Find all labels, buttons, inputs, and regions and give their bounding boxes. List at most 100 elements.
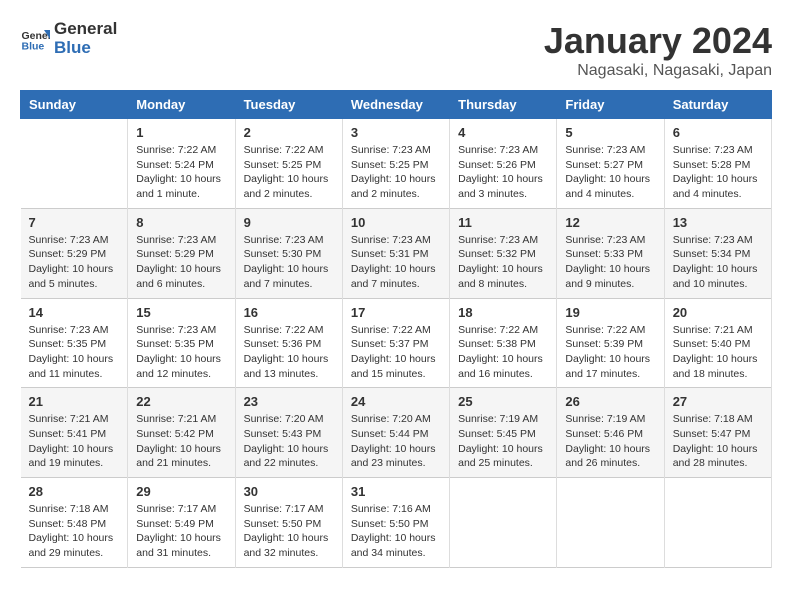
calendar-cell: 25Sunrise: 7:19 AM Sunset: 5:45 PM Dayli… [450, 388, 557, 478]
day-number: 7 [29, 215, 120, 230]
calendar-cell: 5 Sunrise: 7:23 AM Sunset: 5:27 PM Daylig… [557, 119, 664, 209]
day-number: 15 [136, 305, 226, 320]
day-info: Sunrise: 7:23 AM Sunset: 5:29 PM Dayligh… [29, 233, 120, 292]
day-info: Sunrise: 7:23 AM Sunset: 5:25 PM Dayligh… [351, 143, 441, 202]
day-number: 19 [565, 305, 655, 320]
logo-blue: Blue [54, 39, 117, 58]
day-info: Sunrise: 7:22 AM Sunset: 5:36 PM Dayligh… [244, 323, 334, 382]
calendar-cell: 19 Sunrise: 7:22 AM Sunset: 5:39 PM Dayli… [557, 298, 664, 388]
day-number: 9 [244, 215, 334, 230]
day-number: 27 [673, 394, 763, 409]
week-row-1: 1Sunrise: 7:22 AM Sunset: 5:24 PM Daylig… [21, 119, 772, 209]
calendar-table: SundayMondayTuesdayWednesdayThursdayFrid… [20, 90, 772, 568]
day-info: Sunrise: 7:23 AM Sunset: 5:32 PM Dayligh… [458, 233, 548, 292]
day-number: 22 [136, 394, 226, 409]
week-row-2: 7 Sunrise: 7:23 AM Sunset: 5:29 PM Daylig… [21, 208, 772, 298]
day-info: Sunrise: 7:18 AM Sunset: 5:48 PM Dayligh… [29, 502, 120, 561]
week-row-5: 28 Sunrise: 7:18 AM Sunset: 5:48 PM Dayli… [21, 478, 772, 568]
day-number: 31 [351, 484, 441, 499]
column-header-saturday: Saturday [664, 91, 771, 119]
column-header-tuesday: Tuesday [235, 91, 342, 119]
day-info: Sunrise: 7:22 AM Sunset: 5:38 PM Dayligh… [458, 323, 548, 382]
day-info: Sunrise: 7:21 AM Sunset: 5:41 PM Dayligh… [29, 412, 120, 471]
day-number: 6 [673, 125, 763, 140]
day-number: 17 [351, 305, 441, 320]
calendar-cell: 3 Sunrise: 7:23 AM Sunset: 5:25 PM Daylig… [342, 119, 449, 209]
day-info: Sunrise: 7:20 AM Sunset: 5:44 PM Dayligh… [351, 412, 441, 471]
calendar-cell: 13 Sunrise: 7:23 AM Sunset: 5:34 PM Dayli… [664, 208, 771, 298]
month-title: January 2024 [544, 20, 772, 62]
calendar-cell: 26 Sunrise: 7:19 AM Sunset: 5:46 PM Dayli… [557, 388, 664, 478]
day-number: 1 [136, 125, 226, 140]
week-row-4: 21 Sunrise: 7:21 AM Sunset: 5:41 PM Dayli… [21, 388, 772, 478]
day-info: Sunrise: 7:23 AM Sunset: 5:35 PM Dayligh… [29, 323, 120, 382]
day-number: 25 [458, 394, 548, 409]
day-number: 24 [351, 394, 441, 409]
day-info: Sunrise: 7:19 AM Sunset: 5:46 PM Dayligh… [565, 412, 655, 471]
calendar-cell: 28 Sunrise: 7:18 AM Sunset: 5:48 PM Dayli… [21, 478, 128, 568]
calendar-cell: 9 Sunrise: 7:23 AM Sunset: 5:30 PM Daylig… [235, 208, 342, 298]
day-info: Sunrise: 7:23 AM Sunset: 5:30 PM Dayligh… [244, 233, 334, 292]
column-header-wednesday: Wednesday [342, 91, 449, 119]
day-number: 23 [244, 394, 334, 409]
calendar-cell: 30Sunrise: 7:17 AM Sunset: 5:50 PM Dayli… [235, 478, 342, 568]
calendar-cell: 4Sunrise: 7:23 AM Sunset: 5:26 PM Daylig… [450, 119, 557, 209]
day-number: 10 [351, 215, 441, 230]
calendar-cell: 27 Sunrise: 7:18 AM Sunset: 5:47 PM Dayli… [664, 388, 771, 478]
day-number: 12 [565, 215, 655, 230]
logo: General Blue General Blue [20, 20, 117, 57]
day-info: Sunrise: 7:23 AM Sunset: 5:26 PM Dayligh… [458, 143, 548, 202]
day-number: 21 [29, 394, 120, 409]
calendar-cell: 22 Sunrise: 7:21 AM Sunset: 5:42 PM Dayli… [128, 388, 235, 478]
logo-icon: General Blue [20, 24, 50, 54]
day-number: 16 [244, 305, 334, 320]
day-number: 26 [565, 394, 655, 409]
column-header-friday: Friday [557, 91, 664, 119]
calendar-cell: 17 Sunrise: 7:22 AM Sunset: 5:37 PM Dayli… [342, 298, 449, 388]
day-number: 20 [673, 305, 763, 320]
day-info: Sunrise: 7:22 AM Sunset: 5:39 PM Dayligh… [565, 323, 655, 382]
day-number: 2 [244, 125, 334, 140]
logo-general: General [54, 20, 117, 39]
day-number: 18 [458, 305, 548, 320]
calendar-cell: 18 Sunrise: 7:22 AM Sunset: 5:38 PM Dayli… [450, 298, 557, 388]
title-block: January 2024 Nagasaki, Nagasaki, Japan [544, 20, 772, 80]
column-header-sunday: Sunday [21, 91, 128, 119]
calendar-cell: 2Sunrise: 7:22 AM Sunset: 5:25 PM Daylig… [235, 119, 342, 209]
calendar-cell: 10 Sunrise: 7:23 AM Sunset: 5:31 PM Dayli… [342, 208, 449, 298]
day-info: Sunrise: 7:23 AM Sunset: 5:27 PM Dayligh… [565, 143, 655, 202]
calendar-cell: 7 Sunrise: 7:23 AM Sunset: 5:29 PM Daylig… [21, 208, 128, 298]
calendar-cell: 24 Sunrise: 7:20 AM Sunset: 5:44 PM Dayli… [342, 388, 449, 478]
day-info: Sunrise: 7:23 AM Sunset: 5:29 PM Dayligh… [136, 233, 226, 292]
calendar-cell: 1Sunrise: 7:22 AM Sunset: 5:24 PM Daylig… [128, 119, 235, 209]
day-number: 11 [458, 215, 548, 230]
page-header: General Blue General Blue January 2024 N… [20, 20, 772, 80]
day-info: Sunrise: 7:18 AM Sunset: 5:47 PM Dayligh… [673, 412, 763, 471]
day-info: Sunrise: 7:23 AM Sunset: 5:33 PM Dayligh… [565, 233, 655, 292]
day-info: Sunrise: 7:16 AM Sunset: 5:50 PM Dayligh… [351, 502, 441, 561]
column-header-thursday: Thursday [450, 91, 557, 119]
calendar-cell: 14 Sunrise: 7:23 AM Sunset: 5:35 PM Dayli… [21, 298, 128, 388]
calendar-cell [450, 478, 557, 568]
calendar-cell: 20 Sunrise: 7:21 AM Sunset: 5:40 PM Dayli… [664, 298, 771, 388]
calendar-cell: 11 Sunrise: 7:23 AM Sunset: 5:32 PM Dayli… [450, 208, 557, 298]
svg-text:Blue: Blue [22, 40, 45, 52]
day-number: 28 [29, 484, 120, 499]
day-info: Sunrise: 7:23 AM Sunset: 5:34 PM Dayligh… [673, 233, 763, 292]
day-number: 5 [565, 125, 655, 140]
day-info: Sunrise: 7:23 AM Sunset: 5:31 PM Dayligh… [351, 233, 441, 292]
day-info: Sunrise: 7:21 AM Sunset: 5:42 PM Dayligh… [136, 412, 226, 471]
calendar-cell: 15 Sunrise: 7:23 AM Sunset: 5:35 PM Dayli… [128, 298, 235, 388]
day-number: 29 [136, 484, 226, 499]
day-number: 3 [351, 125, 441, 140]
day-number: 14 [29, 305, 120, 320]
day-info: Sunrise: 7:23 AM Sunset: 5:28 PM Dayligh… [673, 143, 763, 202]
calendar-cell [557, 478, 664, 568]
location: Nagasaki, Nagasaki, Japan [544, 62, 772, 80]
day-number: 13 [673, 215, 763, 230]
column-header-monday: Monday [128, 91, 235, 119]
column-headers: SundayMondayTuesdayWednesdayThursdayFrid… [21, 91, 772, 119]
day-info: Sunrise: 7:22 AM Sunset: 5:37 PM Dayligh… [351, 323, 441, 382]
day-info: Sunrise: 7:23 AM Sunset: 5:35 PM Dayligh… [136, 323, 226, 382]
day-info: Sunrise: 7:21 AM Sunset: 5:40 PM Dayligh… [673, 323, 763, 382]
